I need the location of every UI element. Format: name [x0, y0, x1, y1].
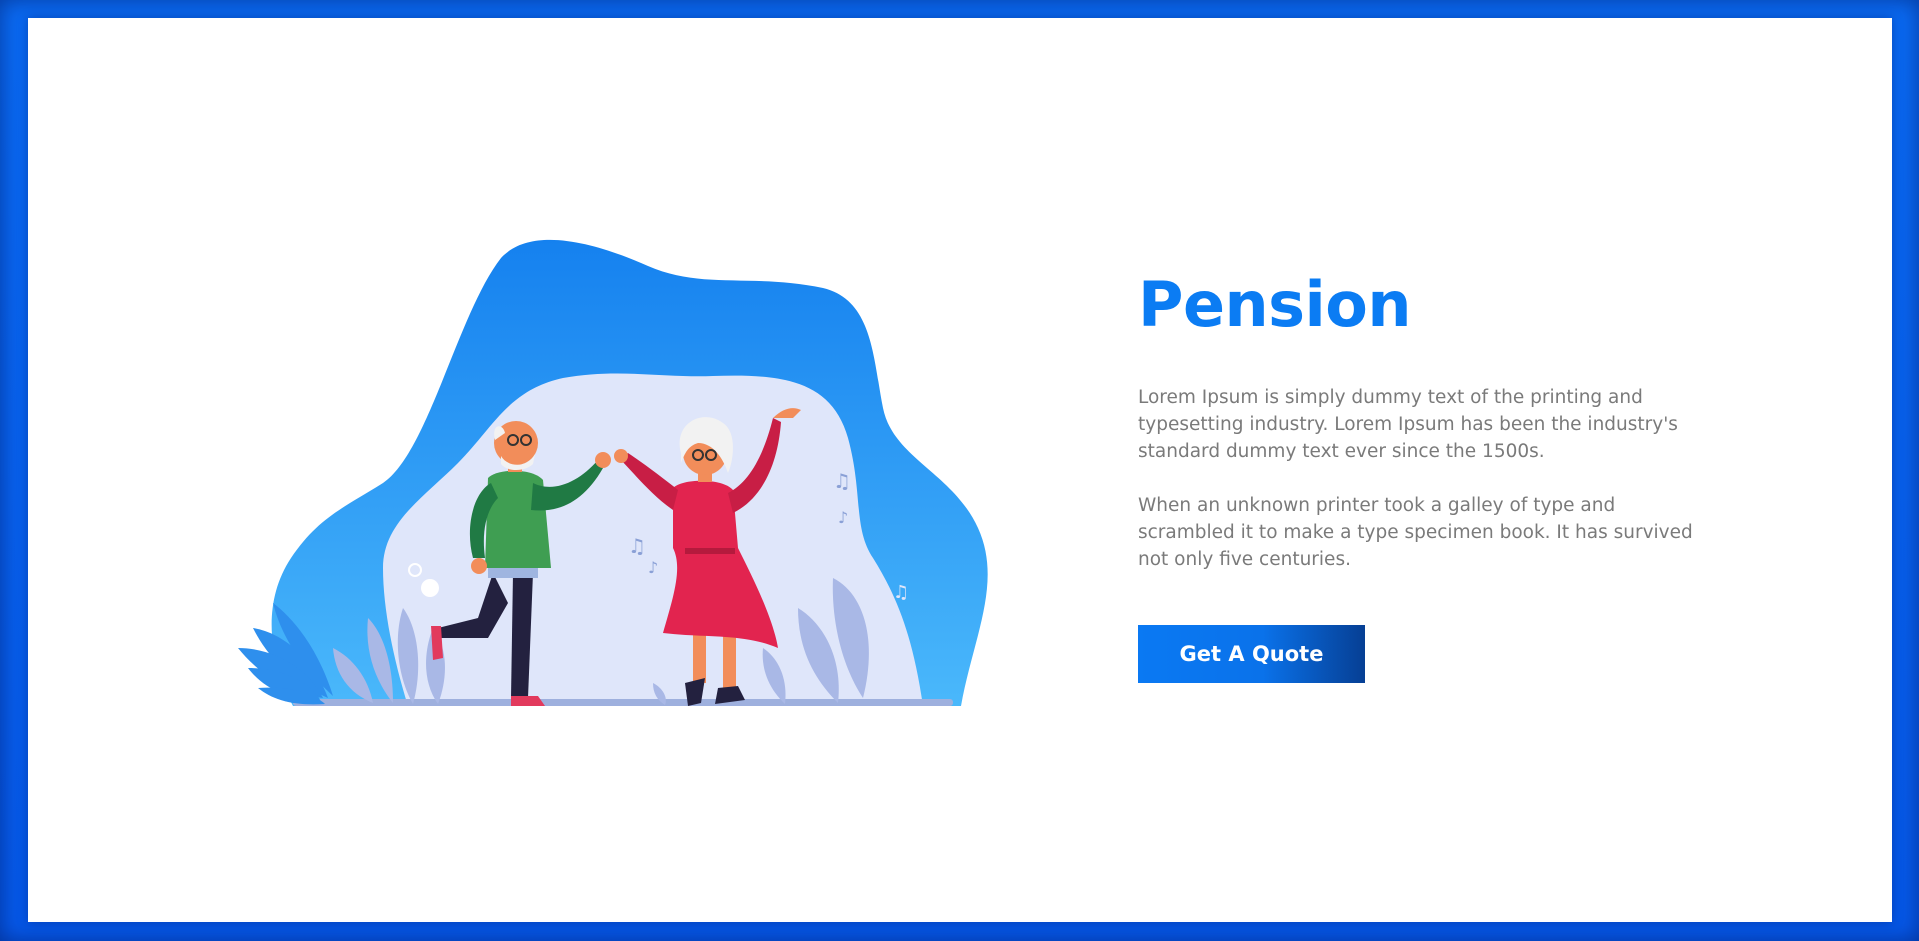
bubble-icon [421, 579, 439, 597]
hero-section: ♫ ♪ ♫ ♪ ♫ ♪ Pension Lorem Ipsum is simpl… [28, 18, 1892, 922]
page-title: Pension [1138, 268, 1412, 341]
secondary-paragraph: When an unknown printer took a galley of… [1138, 495, 1693, 571]
svg-text:♫: ♫ [893, 582, 909, 603]
svg-text:♪: ♪ [648, 558, 658, 577]
dancing-couple-illustration: ♫ ♪ ♫ ♪ ♫ ♪ [233, 228, 1033, 728]
intro-paragraph: Lorem Ipsum is simply dummy text of the … [1138, 387, 1678, 463]
svg-text:♫: ♫ [833, 469, 851, 493]
svg-text:♫: ♫ [628, 534, 646, 558]
get-a-quote-button[interactable]: Get A Quote [1138, 625, 1365, 684]
svg-text:♪: ♪ [838, 508, 848, 527]
hero-content: Pension Lorem Ipsum is simply dummy text… [1138, 268, 1708, 684]
